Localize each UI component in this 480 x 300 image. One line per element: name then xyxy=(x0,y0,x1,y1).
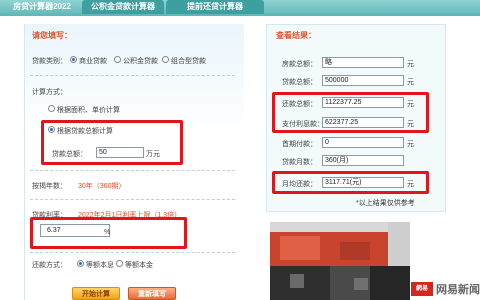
highlight-box-monthly xyxy=(272,171,429,194)
years-select[interactable]: 30年（360期） xyxy=(78,181,125,191)
divider xyxy=(30,252,235,253)
years-label: 按揭年数： xyxy=(32,183,67,190)
repay-method-label: 还款方式： xyxy=(32,262,67,269)
start-calculate-button[interactable]: 开始计算 xyxy=(72,287,120,300)
result-unit: 元 xyxy=(407,79,414,86)
result-house-total: 略 xyxy=(322,57,404,68)
highlight-box-rate xyxy=(30,217,187,249)
result-label-months: 贷款月数： xyxy=(282,159,317,166)
result-label-loan-total: 贷款总额： xyxy=(282,79,317,86)
mosaic-photo xyxy=(270,222,410,300)
divider xyxy=(30,199,235,200)
option-by-area: 根据面积、单价计算 xyxy=(57,107,120,114)
divider xyxy=(30,170,235,171)
option-combined-loan: 组合型贷款 xyxy=(171,58,206,65)
netease-watermark: 網易 网易新闻 xyxy=(411,282,480,296)
loan-type-label: 贷款类别： xyxy=(32,58,67,65)
option-equal-installment: 等额本息 xyxy=(86,262,114,269)
disclaimer-note: *以上结果仅供参考 xyxy=(356,200,415,207)
option-commercial-loan: 商业贷款 xyxy=(79,58,107,65)
result-unit: 元 xyxy=(407,141,414,148)
result-unit: 元 xyxy=(407,61,414,68)
watermark-text: 网易新闻 xyxy=(436,284,480,296)
result-down-payment: 0 xyxy=(322,137,404,148)
result-loan-total: 500000 xyxy=(322,75,404,86)
highlight-box-repay-interest xyxy=(272,92,429,133)
option-provident-loan: 公积金贷款 xyxy=(123,58,158,65)
input-heading: 请您填写： xyxy=(32,31,72,40)
result-label-down-payment: 首期付款： xyxy=(282,141,317,148)
radio-by-area[interactable] xyxy=(48,105,55,112)
radio-provident-loan[interactable] xyxy=(114,56,121,63)
highlight-box-loan-total xyxy=(41,120,183,165)
result-months: 360(月) xyxy=(322,155,404,166)
result-label-house-total: 房款总额： xyxy=(282,61,317,68)
option-equal-principal: 等额本金 xyxy=(125,262,153,269)
radio-equal-principal[interactable] xyxy=(116,260,123,267)
reset-button[interactable]: 重新填写 xyxy=(128,287,176,300)
tab-underline xyxy=(0,14,480,16)
radio-equal-installment[interactable] xyxy=(77,260,84,267)
netease-logo: 網易 xyxy=(411,282,433,296)
results-heading: 查看结果： xyxy=(276,31,316,40)
radio-combined-loan[interactable] xyxy=(162,56,169,63)
calc-method-label: 计算方式： xyxy=(32,89,67,96)
divider xyxy=(30,75,235,76)
tab-bar: 房贷计算器2022 公积金贷款计算器 提前还贷计算器 xyxy=(0,0,480,16)
radio-commercial-loan[interactable] xyxy=(70,56,77,63)
